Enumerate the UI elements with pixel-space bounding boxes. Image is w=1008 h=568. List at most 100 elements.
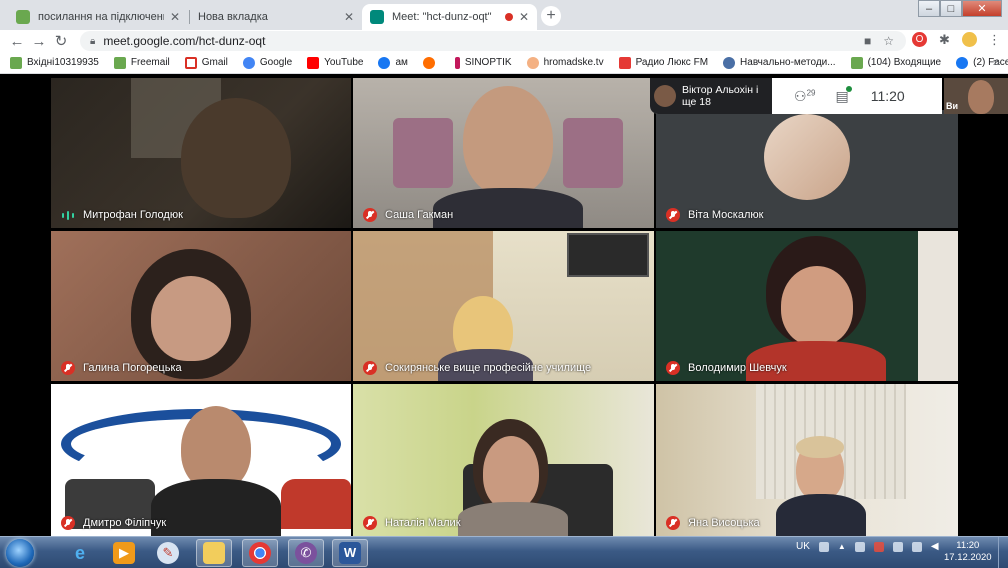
bookmarks-overflow-icon[interactable]: » [993, 54, 1000, 69]
participant-tile[interactable]: Митрофан Голодюк [51, 78, 351, 228]
bookmark-item[interactable]: hromadske.tv [526, 56, 604, 69]
tab-podkliuchennia[interactable]: посилання на підключення • пос ✕ [8, 4, 188, 30]
hromadske-icon [526, 56, 539, 69]
presenter-pill[interactable]: Віктор Альохін і ще 18 [650, 78, 772, 114]
bookmarks-bar: Вхідні10319935 Freemail Gmail Google You… [0, 52, 1008, 74]
tab-new[interactable]: Нова вкладка ✕ [190, 4, 362, 30]
facebook-icon [956, 56, 969, 69]
participant-tile[interactable]: Наталія Малик [353, 384, 654, 536]
participant-tile[interactable]: Сокирянське вище професійне училище [353, 231, 654, 381]
tab-meet[interactable]: Meet: "hct-dunz-oqt" ✕ [362, 4, 537, 30]
bookmark-item[interactable]: Вхідні10319935 [10, 56, 99, 69]
windows-taskbar: e ▶ ✎ ✆ W UK ▲ ◀ 11:20 17.12.2020 [0, 536, 1008, 568]
bookmark-item[interactable]: YouTube [307, 56, 364, 69]
opera-extension-icon[interactable]: O [912, 32, 927, 47]
meet-favicon-icon [370, 10, 384, 24]
bookmark-item[interactable]: (2) Facebook [956, 56, 1008, 69]
taskbar-explorer[interactable] [196, 539, 232, 567]
word-icon: W [339, 542, 361, 564]
self-view-tile[interactable]: Ви [944, 78, 1008, 114]
meeting-info-bar: Віктор Альохін і ще 18 ⚇29 ▤ 11:20 [650, 78, 942, 114]
chat-button[interactable]: ▤ [835, 85, 852, 105]
volume-icon[interactable]: ◀ [931, 541, 939, 552]
network-icon[interactable] [854, 541, 865, 552]
start-button[interactable] [6, 539, 34, 567]
camera-icon[interactable]: ■ [864, 34, 871, 48]
participant-name: Дмитро Філіпчук [83, 517, 167, 529]
taskbar-media-player[interactable]: ▶ [106, 539, 142, 567]
people-button[interactable]: ⚇29 [794, 88, 815, 105]
bookmark-item[interactable]: Навчально-методи... [723, 56, 836, 69]
participant-name: Сокирянське вище професійне училище [385, 362, 592, 374]
mic-off-icon [363, 361, 377, 375]
tab-title: посилання на підключення • пос [38, 11, 164, 23]
bookmark-label: ам [395, 57, 408, 68]
close-tab-icon[interactable]: ✕ [170, 10, 180, 24]
lock-icon[interactable]: 🔒︎ [90, 36, 95, 47]
taskbar-word[interactable]: W [332, 539, 368, 567]
language-indicator[interactable]: UK [796, 541, 810, 552]
radio-icon [618, 56, 631, 69]
new-tab-button[interactable]: + [541, 6, 561, 26]
forward-arrow-icon[interactable]: → [28, 33, 50, 50]
bookmark-label: YouTube [324, 57, 364, 68]
clock-date: 17.12.2020 [944, 552, 992, 563]
close-window-button[interactable]: ✕ [962, 0, 1002, 17]
bookmark-item[interactable] [422, 56, 440, 69]
taskbar-ie[interactable]: e [62, 539, 98, 567]
participant-tile[interactable]: Віта Москалюк [656, 110, 958, 228]
avatar [654, 85, 676, 107]
participant-tile[interactable]: Галина Погорецька [51, 231, 351, 381]
taskbar-paint[interactable]: ✎ [150, 539, 186, 567]
bookmark-item[interactable]: SINOPTIK [454, 56, 512, 69]
taskbar-chrome[interactable] [242, 539, 278, 567]
window-controls: – □ ✕ [918, 0, 1002, 17]
show-hidden-icons-icon[interactable]: ▲ [838, 542, 846, 551]
notification-dot [845, 85, 852, 92]
action-center-icon[interactable] [873, 541, 884, 552]
bookmark-item[interactable]: Freemail [113, 56, 170, 69]
url-text: meet.google.com/hct-dunz-oqt [103, 34, 266, 48]
taskbar-viber[interactable]: ✆ [288, 539, 324, 567]
maximize-button[interactable]: □ [940, 0, 962, 17]
thermometer-icon [454, 56, 460, 69]
participant-tile[interactable]: Володимир Шевчук [656, 231, 958, 381]
participant-tile[interactable]: Яна Висоцька [656, 384, 958, 536]
bookmark-item[interactable]: Gmail [184, 56, 228, 69]
back-arrow-icon[interactable]: ← [6, 33, 28, 50]
close-tab-icon[interactable]: ✕ [519, 10, 529, 24]
puzzle-icon[interactable]: ✱ [937, 32, 952, 47]
tab-title: Нова вкладка [198, 11, 268, 23]
reload-icon[interactable]: ↻ [50, 32, 72, 50]
address-bar[interactable]: 🔒︎ meet.google.com/hct-dunz-oqt ■ ☆ [80, 31, 906, 51]
participant-tile[interactable]: Дмитро Філіпчук [51, 384, 351, 536]
bookmark-label: (2) Facebook [973, 57, 1008, 68]
mail-favicon-icon [16, 10, 30, 24]
taskbar-clock[interactable]: 11:20 17.12.2020 [944, 540, 992, 564]
self-label: Ви [946, 101, 959, 111]
keyboard-icon[interactable] [818, 541, 829, 552]
paint-icon: ✎ [157, 542, 179, 564]
bookmark-item[interactable]: Радио Люкс FM [618, 56, 708, 69]
bookmark-item[interactable]: Google [242, 56, 292, 69]
mic-off-icon [61, 516, 75, 530]
bookmark-item[interactable]: (104) Входящие [850, 56, 941, 69]
clock-time: 11:20 [956, 540, 980, 551]
profile-avatar-icon[interactable] [962, 32, 977, 47]
meeting-time: 11:20 [870, 88, 905, 104]
battery-icon[interactable] [892, 541, 903, 552]
star-icon[interactable]: ☆ [883, 34, 894, 48]
menu-kebab-icon[interactable]: ⋮ [987, 32, 1002, 47]
participant-tile[interactable]: Саша Гакман [353, 78, 654, 228]
bookmark-item[interactable]: ам [378, 56, 408, 69]
minimize-button[interactable]: – [918, 0, 940, 17]
people-count: 29 [806, 87, 816, 97]
close-tab-icon[interactable]: ✕ [344, 10, 354, 24]
bookmark-label: hromadske.tv [543, 57, 604, 68]
google-icon [242, 56, 255, 69]
signal-icon[interactable] [911, 541, 922, 552]
participant-name: Наталія Малик [385, 517, 461, 529]
show-desktop-button[interactable] [998, 537, 1008, 568]
tab-title: Meet: "hct-dunz-oqt" [392, 11, 492, 23]
mic-off-icon [363, 516, 377, 530]
